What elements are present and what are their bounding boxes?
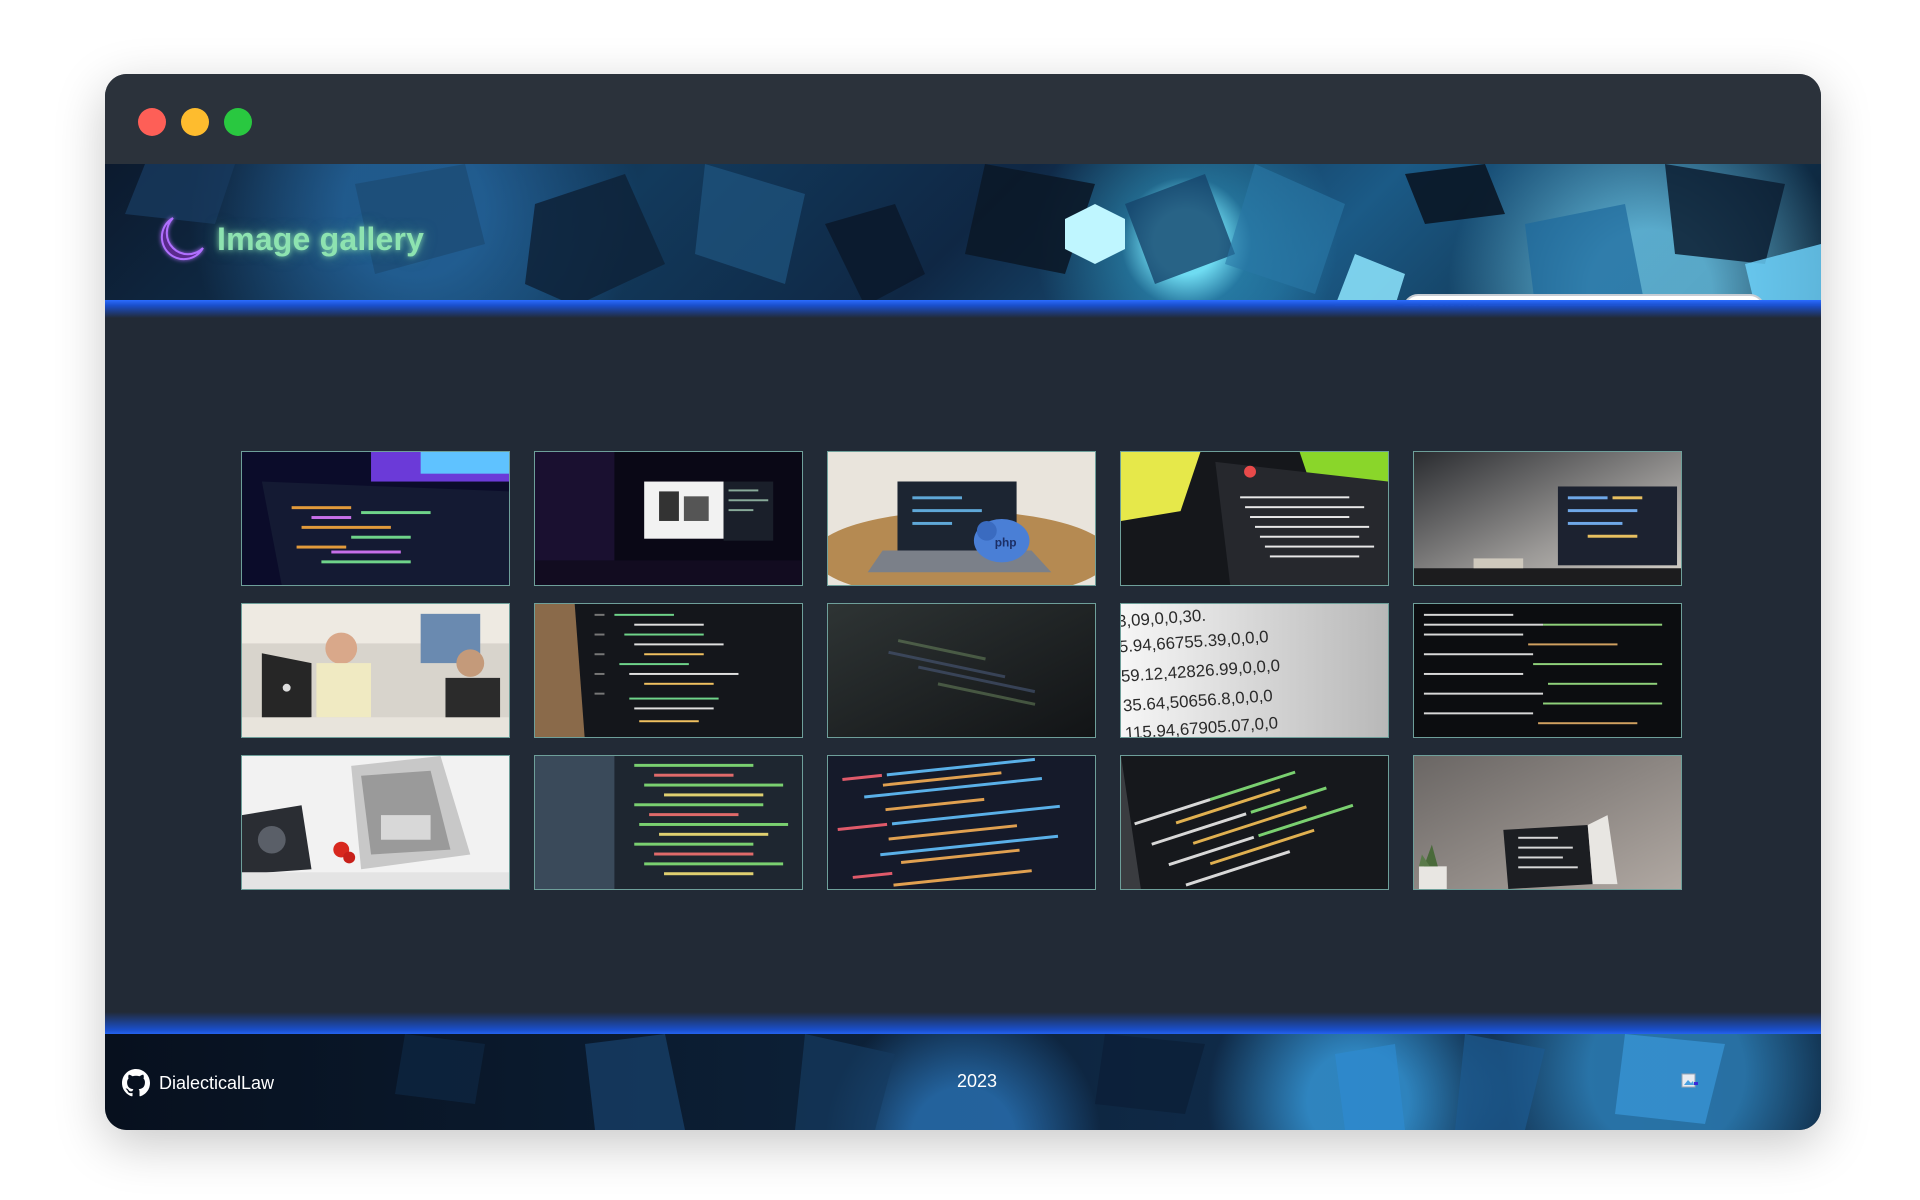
blurred-code-image — [828, 604, 1095, 737]
maximize-button[interactable] — [224, 108, 252, 136]
footer-glow — [105, 1012, 1821, 1036]
image-gallery: php 3,09,0,0,30. 5.94,66755.39,0,0,0 59.… — [241, 451, 1682, 890]
moon-icon — [160, 217, 204, 261]
3d-printer-laptop-image — [242, 756, 509, 889]
code-screen-image — [242, 452, 509, 585]
gallery-image[interactable]: php — [827, 451, 1096, 586]
code-lines-image — [535, 756, 802, 889]
monitor-desk-image — [535, 452, 802, 585]
code-angled-image — [1121, 756, 1388, 889]
broken-image-icon[interactable] — [1681, 1072, 1699, 1090]
close-button[interactable] — [138, 108, 166, 136]
copyright-year: 2023 — [957, 1071, 998, 1091]
gallery-image[interactable] — [1413, 603, 1682, 738]
laptop-php-elephant-image: php — [828, 452, 1095, 585]
laptop-wall-image — [1414, 452, 1681, 585]
svg-text:php: php — [995, 536, 1017, 550]
laptop-plant-image — [1414, 756, 1681, 889]
html-code-image — [828, 756, 1095, 889]
header-glow — [105, 300, 1821, 318]
gallery-image[interactable] — [827, 755, 1096, 890]
gallery-image[interactable] — [534, 603, 803, 738]
browser-window: Image gallery Search... php 3,09,0,0,30.… — [105, 74, 1821, 1130]
gallery-image[interactable] — [1413, 755, 1682, 890]
title-bar — [105, 74, 1821, 164]
gallery-image[interactable] — [534, 755, 803, 890]
monitor-code-image — [1121, 452, 1388, 585]
numbers-screen-image: 3,09,0,0,30. 5.94,66755.39,0,0,0 59.12,4… — [1121, 604, 1388, 737]
code-editor-image — [535, 604, 802, 737]
github-username: DialecticalLaw — [159, 1072, 275, 1093]
github-icon — [122, 1069, 150, 1097]
github-link[interactable]: DialecticalLaw — [122, 1069, 274, 1097]
brand[interactable]: Image gallery — [151, 210, 424, 268]
gallery-image[interactable] — [1413, 451, 1682, 586]
gallery-image[interactable] — [827, 603, 1096, 738]
site-header: Image gallery — [105, 164, 1821, 306]
site-footer: DialecticalLaw 2023 — [105, 1034, 1821, 1130]
minimize-button[interactable] — [181, 108, 209, 136]
page-title: Image gallery — [217, 220, 425, 257]
gallery-image[interactable]: 3,09,0,0,30. 5.94,66755.39,0,0,0 59.12,4… — [1120, 603, 1389, 738]
gallery-image[interactable] — [241, 603, 510, 738]
code-dark-image — [1414, 604, 1681, 737]
gallery-image[interactable] — [1120, 451, 1389, 586]
gallery-image[interactable] — [1120, 755, 1389, 890]
gallery-image[interactable] — [241, 755, 510, 890]
gallery-image[interactable] — [241, 451, 510, 586]
gallery-image[interactable] — [534, 451, 803, 586]
people-laptops-image — [242, 604, 509, 737]
